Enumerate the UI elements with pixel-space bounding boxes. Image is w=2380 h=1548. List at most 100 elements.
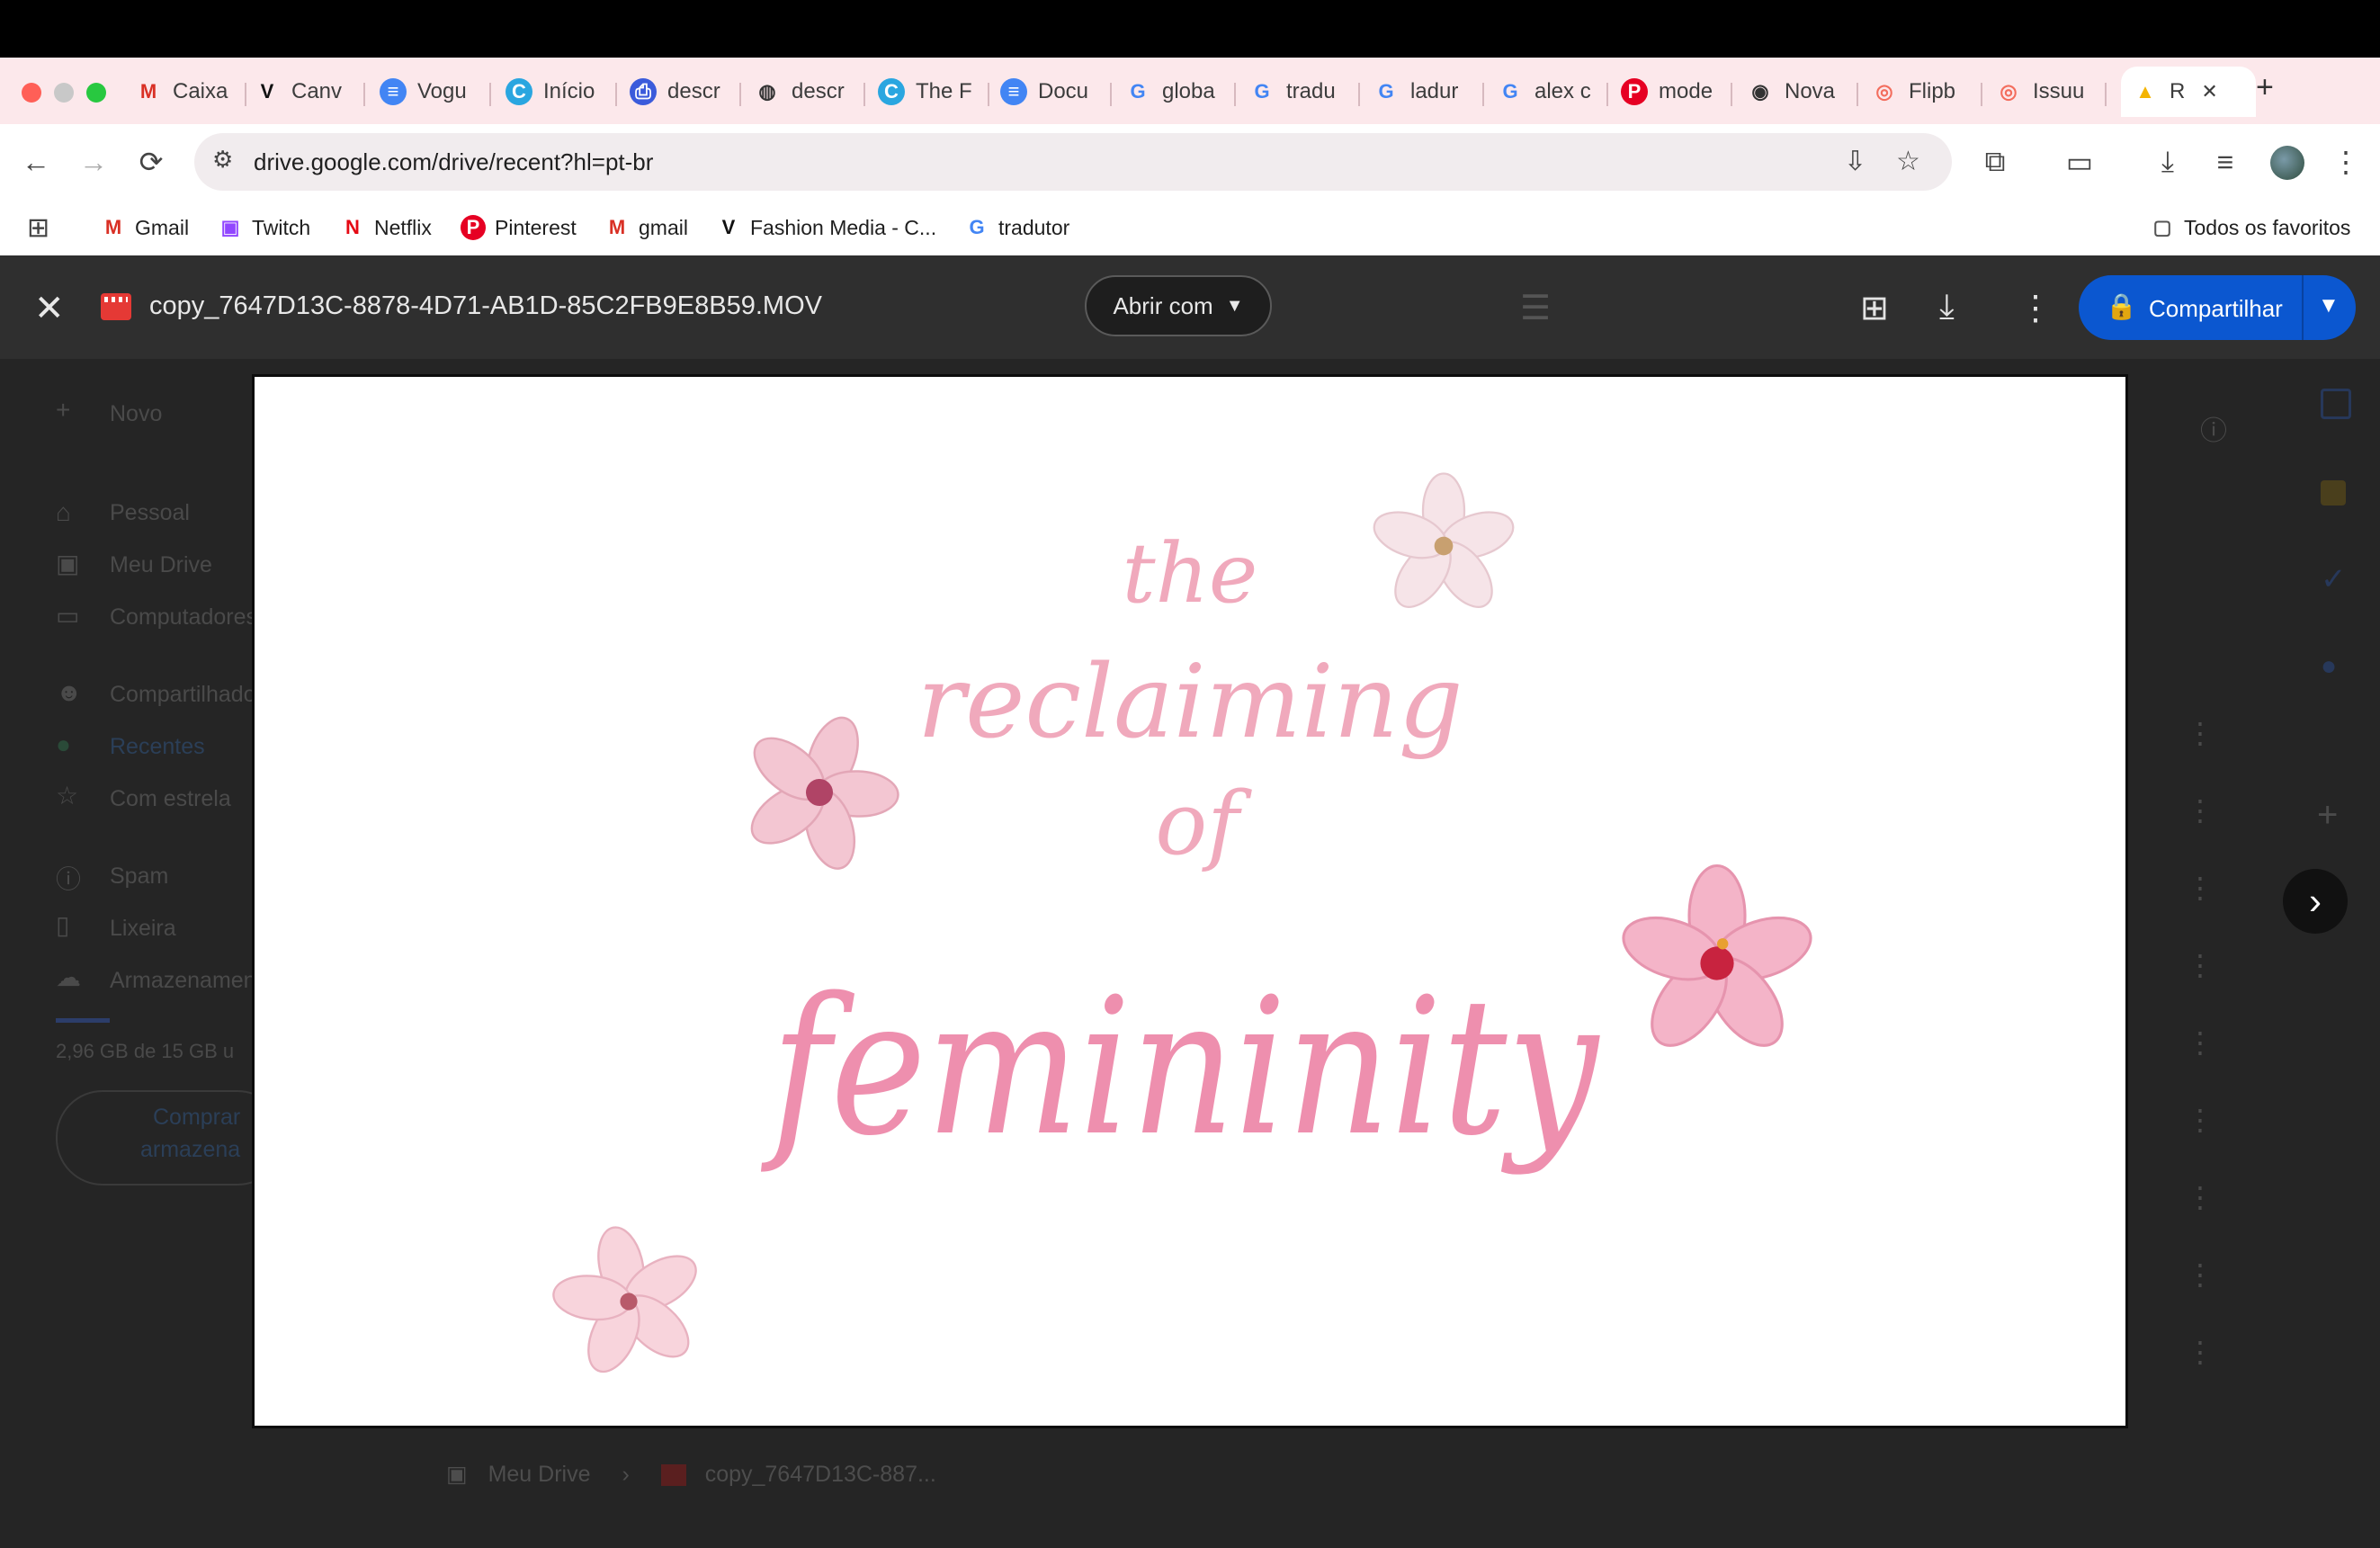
address-bar[interactable]: ⚙ drive.google.com/drive/recent?hl=pt-br… bbox=[194, 133, 1952, 191]
home-icon: ⌂ bbox=[56, 498, 71, 526]
row-more-icon: ⋮ bbox=[2186, 1104, 2214, 1136]
next-file-icon[interactable]: › bbox=[2283, 869, 2348, 934]
tab-16[interactable]: ▲ R ✕ bbox=[2121, 67, 2256, 117]
site-settings-icon[interactable]: ⚙ bbox=[212, 146, 233, 174]
title-line-of: of bbox=[1155, 774, 1252, 874]
row-more-icon: ⋮ bbox=[2186, 717, 2214, 749]
downloads-icon[interactable]: ⤓ bbox=[2148, 142, 2188, 182]
tab-label: Issuu bbox=[2033, 79, 2085, 103]
gmail-icon: M bbox=[608, 216, 626, 238]
add-addon-icon: + bbox=[2317, 795, 2339, 835]
bookmark-2[interactable]: N Netflix bbox=[340, 212, 432, 243]
bookmark-0[interactable]: M Gmail bbox=[101, 212, 189, 243]
share-dropdown-icon[interactable]: ▼ bbox=[2318, 293, 2340, 318]
row-more-icon: ⋮ bbox=[2186, 1026, 2214, 1059]
computer-icon: ▭ bbox=[56, 602, 80, 630]
video-preview[interactable]: the reclaiming of femininity bbox=[252, 374, 2128, 1428]
tab-label: Vogu bbox=[417, 79, 467, 103]
bookmark-4[interactable]: Mgmail bbox=[604, 212, 688, 243]
back-icon[interactable]: ← bbox=[16, 142, 56, 182]
storage-bar bbox=[56, 1018, 110, 1023]
close-tab-icon[interactable]: ✕ bbox=[2201, 80, 2217, 103]
sidebar-item-com-estrela: Com estrela bbox=[110, 786, 231, 811]
tab-label: Nova bbox=[1785, 79, 1836, 103]
tab-5[interactable]: ◍ descr bbox=[754, 67, 853, 117]
tab-8[interactable]: Ggloba bbox=[1124, 67, 1223, 117]
sidebar-item-compartilhados: Compartilhados bbox=[110, 682, 268, 707]
more-options-icon[interactable]: ⋮ bbox=[2018, 288, 2053, 328]
bookmark-3[interactable]: P Pinterest bbox=[461, 212, 577, 243]
adjust-icon[interactable]: ☰ bbox=[1520, 288, 1551, 328]
tab-1[interactable]: V Canv bbox=[254, 67, 353, 117]
spam-icon: ⓘ bbox=[56, 865, 82, 893]
tab-15[interactable]: ◎ Issuu bbox=[1995, 67, 2094, 117]
white-flower-top bbox=[1367, 472, 1520, 618]
tab-12[interactable]: Pmode bbox=[1621, 67, 1720, 117]
tab-0[interactable]: M Caixa bbox=[135, 67, 234, 117]
share-button[interactable]: 🔒 Compartilhar ▼ bbox=[2079, 275, 2356, 340]
google-icon: G bbox=[1130, 80, 1146, 103]
tab-4[interactable]: ⎙ descr bbox=[630, 67, 729, 117]
tab-3[interactable]: C Início bbox=[506, 67, 604, 117]
clock-icon: ● bbox=[56, 730, 71, 758]
tab-6[interactable]: C The F bbox=[878, 67, 977, 117]
info-icon: ⓘ bbox=[2200, 416, 2227, 446]
apps-grid-icon[interactable]: ⊞ bbox=[27, 212, 49, 243]
contacts-icon: ● bbox=[2321, 651, 2338, 681]
tab-search-icon[interactable]: ▭ bbox=[2060, 142, 2099, 182]
tab-separator bbox=[615, 83, 617, 106]
netflix-icon: N bbox=[345, 216, 360, 238]
tab-label: Caixa bbox=[173, 79, 228, 103]
viewer-header: ✕ copy_7647D13C-8878-4D71-AB1D-85C2FB9E8… bbox=[0, 255, 2380, 359]
media-controls-icon[interactable]: ≡ bbox=[2206, 142, 2245, 182]
video-file-icon bbox=[660, 1464, 686, 1487]
add-comment-icon[interactable]: ⊞ bbox=[1860, 288, 1889, 328]
profile-avatar[interactable] bbox=[2270, 146, 2304, 180]
tab-label: Docu bbox=[1038, 79, 1089, 103]
tab-7[interactable]: ≡ Docu bbox=[1000, 67, 1099, 117]
star-icon: ☆ bbox=[56, 782, 79, 810]
reload-icon[interactable]: ⟳ bbox=[131, 142, 171, 182]
all-bookmarks-button[interactable]: ▢ Todos os favoritos bbox=[2150, 212, 2351, 243]
breadcrumb-root[interactable]: Meu Drive bbox=[488, 1462, 591, 1487]
tab-separator bbox=[1110, 83, 1112, 106]
bookmark-label: Gmail bbox=[135, 215, 190, 239]
tab-2[interactable]: ≡ Vogu bbox=[380, 67, 479, 117]
storage-text: 2,96 GB de 15 GB u bbox=[56, 1040, 235, 1062]
forward-icon[interactable]: → bbox=[74, 142, 113, 182]
tab-separator bbox=[489, 83, 491, 106]
tab-label: R bbox=[2170, 79, 2186, 103]
tab-11[interactable]: Galex c bbox=[1497, 67, 1596, 117]
drive-icon: ▲ bbox=[2135, 80, 2155, 103]
bookmark-star-icon[interactable]: ☆ bbox=[1896, 146, 1920, 177]
row-more-icon: ⋮ bbox=[2186, 872, 2214, 904]
row-more-icon: ⋮ bbox=[2186, 1258, 2214, 1291]
tab-14[interactable]: ◎ Flipb bbox=[1871, 67, 1970, 117]
download-icon[interactable]: ⤓ bbox=[1939, 288, 1955, 327]
install-app-icon[interactable]: ⇩ bbox=[1844, 146, 1866, 177]
open-with-button[interactable]: Abrir com ▼ bbox=[1085, 275, 1272, 336]
close-window-button[interactable] bbox=[22, 83, 41, 103]
docs-icon: ≡ bbox=[380, 78, 407, 105]
tab-9[interactable]: Gtradu bbox=[1248, 67, 1347, 117]
minimize-window-button[interactable] bbox=[54, 83, 74, 103]
google-icon: G bbox=[1378, 80, 1394, 103]
bookmark-6[interactable]: Gtradutor bbox=[964, 212, 1069, 243]
macos-menu-bar bbox=[0, 0, 2380, 58]
extensions-icon[interactable]: ⧉ bbox=[1975, 142, 2015, 182]
bookmark-1[interactable]: ▣ Twitch bbox=[218, 212, 311, 243]
close-viewer-icon[interactable]: ✕ bbox=[34, 288, 65, 329]
buy-storage-line2: armazena bbox=[140, 1137, 241, 1162]
maximize-window-button[interactable] bbox=[86, 83, 106, 103]
breadcrumb-file[interactable]: copy_7647D13C-887... bbox=[705, 1462, 936, 1487]
bookmark-5[interactable]: V Fashion Media - C... bbox=[716, 212, 936, 243]
tab-separator bbox=[245, 83, 246, 106]
new-tab-button[interactable]: + bbox=[2256, 70, 2274, 105]
cloud-icon: ☁ bbox=[56, 963, 81, 991]
sidebar-item-lixeira: Lixeira bbox=[110, 916, 176, 941]
tab-separator bbox=[363, 83, 365, 106]
docs-icon: ≡ bbox=[1000, 78, 1027, 105]
tab-13[interactable]: ◉ Nova bbox=[1747, 67, 1846, 117]
tab-10[interactable]: Gladur bbox=[1373, 67, 1472, 117]
chrome-menu-icon[interactable]: ⋮ bbox=[2326, 142, 2366, 182]
